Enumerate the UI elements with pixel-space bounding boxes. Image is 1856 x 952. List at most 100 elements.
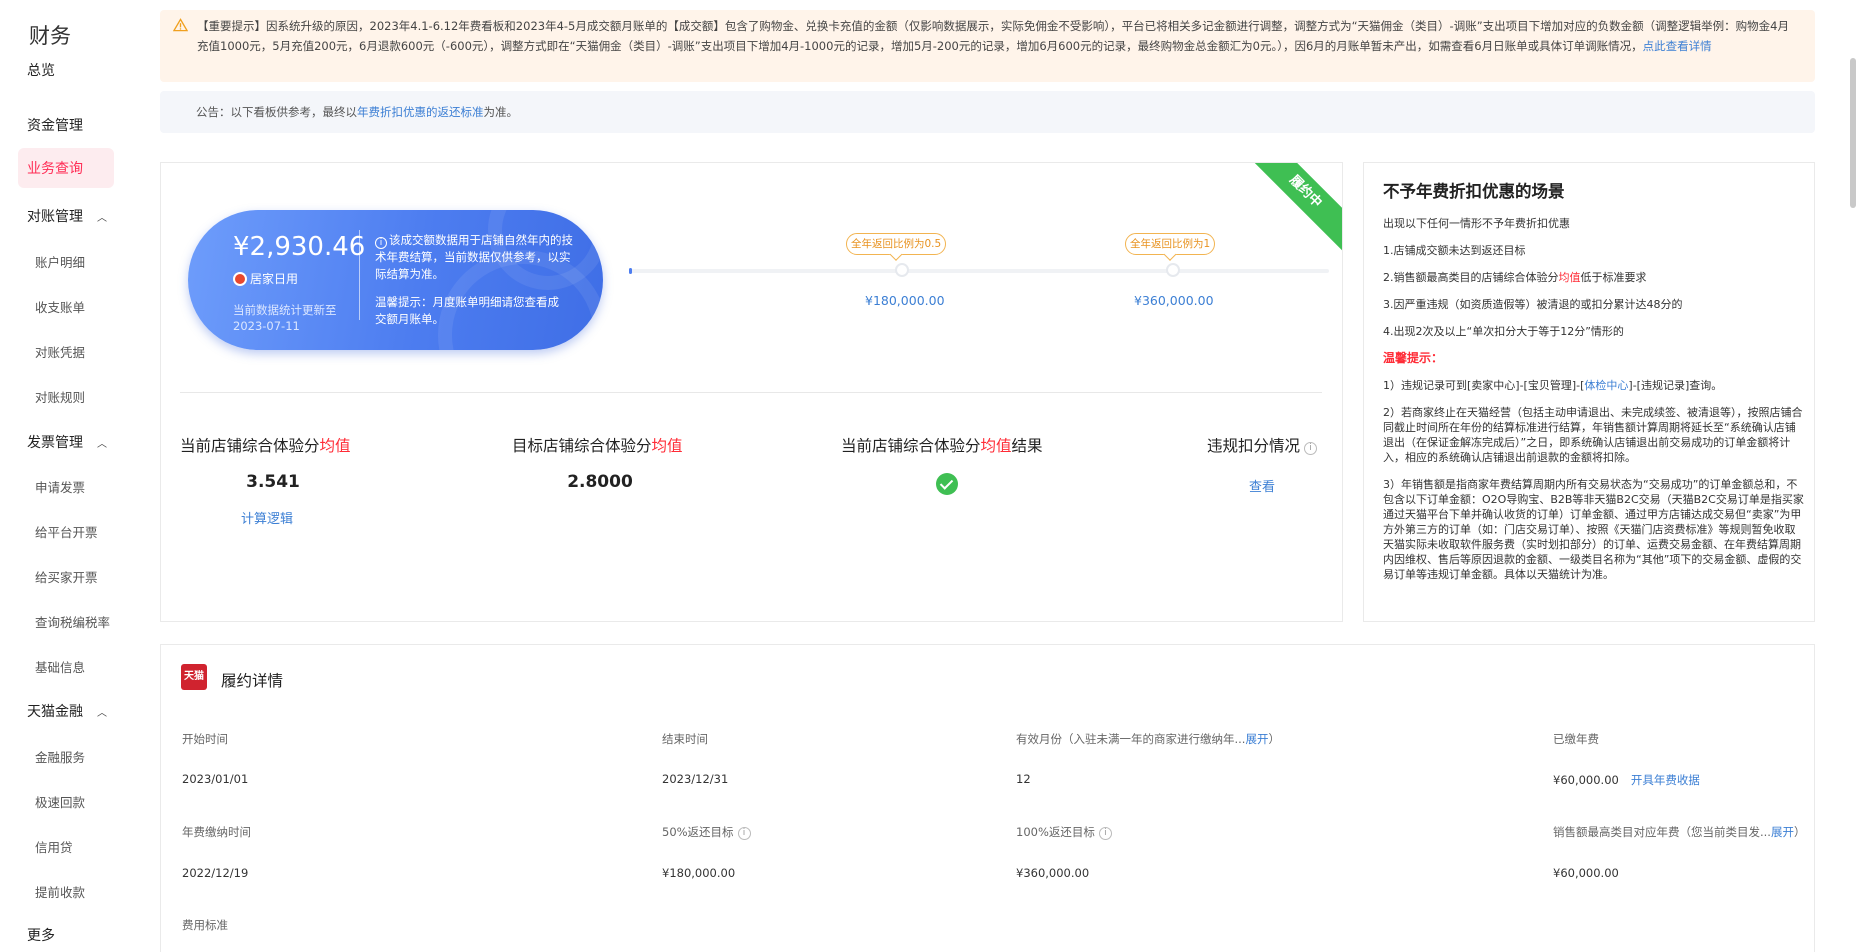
sidebar-item-funds[interactable]: 资金管理 (27, 115, 83, 135)
sidebar-item-early-collect[interactable]: 提前收款 (35, 882, 85, 901)
full-target-label: 100%返还目标 i (1016, 824, 1112, 840)
sidebar-item-buyer-invoice[interactable]: 给买家开票 (35, 567, 98, 586)
score-result-label: 当前店铺综合体验分均值结果 (841, 434, 1043, 456)
sidebar-item-label: 发票管理 (27, 435, 83, 451)
announce-prefix: 公告：以下看板供参考，最终以 (196, 105, 357, 119)
avg-text: 均值 (980, 437, 1012, 455)
sidebar-item-apply-invoice[interactable]: 申请发票 (35, 477, 85, 496)
violation-label: 违规扣分情况 i (1207, 434, 1318, 456)
sidebar-item-platform-invoice[interactable]: 给平台开票 (35, 522, 98, 541)
label-text: 当前店铺综合体验分 (841, 437, 981, 455)
target-score-value: 2.8000 (567, 472, 633, 492)
sidebar-item-finance-service[interactable]: 金融服务 (35, 747, 85, 766)
label-text: 结果 (1011, 437, 1043, 455)
top-category-fee-value: ¥60,000.00 (1553, 866, 1619, 880)
sidebar-item-basic-info[interactable]: 基础信息 (35, 657, 85, 676)
label-text: ） (1793, 825, 1806, 839)
sidebar-item-tmall-finance[interactable]: 天猫金融 ︿ (27, 701, 107, 721)
sidebar-item-credit-loan[interactable]: 信用贷 (35, 837, 73, 856)
important-notice: 【重要提示】因系统升级的原因，2023年4.1-6.12年费看板和2023年4-… (160, 10, 1815, 82)
target-amount-full: ¥360,000.00 (1134, 293, 1214, 308)
avg-text: 均值 (651, 437, 683, 455)
rules-intro: 出现以下任何一情形不予年费折扣优惠 (1383, 217, 1570, 230)
sidebar-item-tax-rate[interactable]: 查询税编税率 (35, 612, 110, 631)
info-icon[interactable]: i (1098, 827, 1112, 840)
full-target-value: ¥360,000.00 (1016, 866, 1090, 880)
current-score-value: 3.541 (246, 472, 300, 492)
sales-amount: ¥2,930.46 (233, 232, 366, 262)
shop-category: 居家日用 (233, 270, 298, 287)
sidebar-item-voucher[interactable]: 对账凭据 (35, 342, 85, 361)
sales-info: i 该成交额数据用于店铺自然年内的技术年费结算，当前数据仅供参考，以实际结算为准。 (375, 232, 580, 283)
label-text: 100%返还目标 (1016, 825, 1095, 839)
warm-tip-title: 温馨提示： (1383, 351, 1444, 365)
label-text: 违规扣分情况 (1207, 437, 1301, 455)
sidebar: 财务 总览 资金管理 业务查询 对账管理 ︿ 账户明细 收支账单 对账凭据 对账… (0, 0, 132, 952)
health-center-link[interactable]: 体检中心 (1584, 379, 1628, 392)
sidebar-item-income-bill[interactable]: 收支账单 (35, 297, 85, 316)
current-score-label: 当前店铺综合体验分均值 (180, 434, 351, 456)
sidebar-item-fast-payback[interactable]: 极速回款 (35, 792, 85, 811)
sidebar-item-overview[interactable]: 总览 (27, 60, 55, 80)
shop-logo-icon (233, 271, 247, 286)
milestone-dot-full (1166, 263, 1180, 277)
label-text: 当前店铺综合体验分 (180, 437, 320, 455)
pay-time-label: 年费缴纳时间 (182, 825, 251, 839)
label-text: 销售额最高类目对应年费（您当前类目发... (1553, 825, 1771, 839)
notice-text: 【重要提示】因系统升级的原因，2023年4.1-6.12年费看板和2023年4-… (197, 19, 1789, 53)
progress-track (629, 269, 1329, 273)
tip-item: 1）违规记录可到[卖家中心]-[宝贝管理]-[体检中心]-[违规记录]查询。 (1383, 378, 1804, 393)
sidebar-title: 财务 (29, 24, 71, 48)
expand-link[interactable]: 展开 (1245, 732, 1268, 746)
chevron-up-icon: ︿ (97, 212, 107, 224)
top-category-fee-label: 销售额最高类目对应年费（您当前类目发...展开） (1553, 824, 1805, 840)
sidebar-item-invoice[interactable]: 发票管理 ︿ (27, 432, 107, 452)
label-text: ） (1268, 732, 1280, 746)
rule-text: 2.销售额最高类目的店铺综合体验分 (1383, 271, 1559, 284)
info-icon[interactable]: i (737, 827, 751, 840)
target-amount-half: ¥180,000.00 (865, 293, 945, 308)
rule-text: 低于标准要求 (1580, 271, 1647, 284)
tip-text: 1）违规记录可到[卖家中心]-[宝贝管理]-[ (1383, 379, 1585, 392)
page-scrollbar[interactable] (1850, 58, 1856, 208)
sidebar-item-reconciliation[interactable]: 对账管理 ︿ (27, 206, 107, 226)
refund-standard-link[interactable]: 年费折扣优惠的返还标准 (357, 105, 484, 119)
label-text: 有效月份（入驻未满一年的商家进行缴纳年... (1016, 732, 1246, 746)
tip-item: 2）若商家终止在天猫经营（包括主动申请退出、未完成续签、被清退等），按照店铺合同… (1383, 406, 1803, 464)
notice-detail-link[interactable]: 点此查看详情 (1643, 39, 1712, 53)
progress-fill (629, 268, 632, 274)
milestone-dot-half (895, 263, 909, 277)
update-date: 当前数据统计更新至 2023-07-11 (233, 303, 337, 333)
status-ribbon: 履约中 (1241, 163, 1342, 256)
calc-logic-link[interactable]: 计算逻辑 (241, 508, 293, 527)
tip-text: ]-[违规记录]查询。 (1628, 379, 1723, 392)
shop-name: 居家日用 (250, 272, 299, 286)
label-text: 目标店铺综合体验分 (512, 437, 652, 455)
issue-receipt-link[interactable]: 开具年费收据 (1631, 773, 1700, 787)
avg-text: 均值 (319, 437, 351, 455)
target-tag-full: 全年返回比例为1 (1125, 233, 1216, 255)
end-time-label: 结束时间 (662, 732, 708, 746)
sidebar-item-more[interactable]: 更多 (27, 925, 55, 945)
expand-link[interactable]: 展开 (1771, 825, 1794, 839)
rule-item: 4.出现2次及以上“单次扣分大于等于12分”情形的 (1383, 325, 1624, 338)
section-divider (180, 392, 1322, 393)
valid-months-value: 12 (1016, 772, 1031, 786)
chevron-up-icon: ︿ (97, 438, 107, 450)
view-violation-link[interactable]: 查看 (1249, 476, 1275, 495)
tmall-logo-icon: 天猫 (181, 664, 207, 690)
annual-fee-performance-card: 履约中 ¥2,930.46 居家日用 当前数据统计更新至 2023-07-11 … (160, 162, 1343, 622)
help-icon[interactable]: i (1304, 442, 1318, 455)
info-text: 该成交额数据用于店铺自然年内的技术年费结算，当前数据仅供参考，以实际结算为准。 (375, 233, 573, 281)
sidebar-item-account-detail[interactable]: 账户明细 (35, 252, 85, 271)
sidebar-item-rules[interactable]: 对账规则 (35, 387, 85, 406)
card-divider (359, 230, 360, 320)
no-discount-rules-card: 不予年费折扣优惠的场景 出现以下任何一情形不予年费折扣优惠 1.店铺成交额未达到… (1363, 162, 1815, 622)
half-target-label: 50%返还目标 i (662, 824, 751, 840)
chevron-up-icon: ︿ (97, 707, 107, 719)
check-circle-icon (936, 473, 958, 495)
paid-fee-label: 已缴年费 (1553, 732, 1599, 746)
announce-suffix: 为准。 (483, 105, 519, 119)
sidebar-item-business-query[interactable]: 业务查询 (18, 148, 114, 188)
paid-fee-value: ¥60,000.00 开具年费收据 (1553, 772, 1700, 788)
